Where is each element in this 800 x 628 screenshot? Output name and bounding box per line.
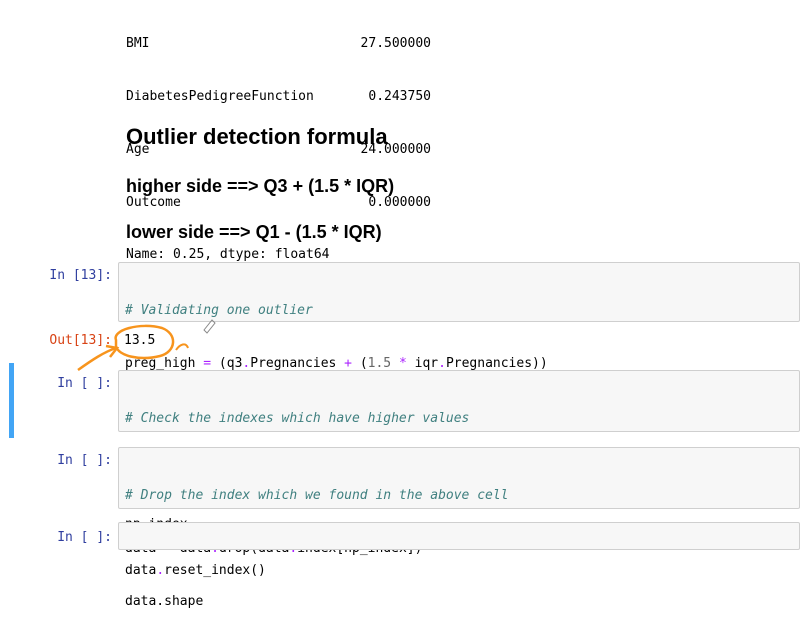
- code-line: data.shape: [125, 593, 204, 609]
- cell-output-value: 13.5: [124, 333, 156, 348]
- code-cell-input[interactable]: # Check the indexes which have higher va…: [118, 370, 800, 532]
- markdown-heading: Outlier detection formula: [126, 124, 388, 149]
- input-prompt: In [ ]:: [57, 376, 112, 391]
- code-cell-input[interactable]: # Validating one outlier preg_high = (q3…: [118, 262, 800, 424]
- series-row: BMI 27.500000: [126, 36, 431, 52]
- markdown-lower-side: lower side ==> Q1 - (1.5 * IQR): [126, 222, 382, 242]
- input-prompt: In [ ]:: [57, 530, 112, 545]
- input-prompt: In [13]:: [49, 268, 112, 283]
- code-line: # Validating one outlier: [125, 303, 313, 319]
- code-cell-input[interactable]: data.reset_index(): [118, 522, 800, 578]
- series-row: DiabetesPedigreeFunction 0.243750: [126, 88, 431, 104]
- markdown-higher-side: higher side ==> Q3 + (1.5 * IQR): [126, 176, 395, 196]
- input-prompt: In [ ]:: [57, 453, 112, 468]
- selected-cell-indicator: [9, 363, 14, 438]
- code-line: data.reset_index(): [125, 563, 266, 579]
- code-line: # Check the indexes which have higher va…: [125, 411, 470, 427]
- output-prompt: Out[13]:: [49, 333, 112, 348]
- code-cell-input[interactable]: # Drop the index which we found in the a…: [118, 447, 800, 609]
- code-line: # Drop the index which we found in the a…: [125, 488, 509, 504]
